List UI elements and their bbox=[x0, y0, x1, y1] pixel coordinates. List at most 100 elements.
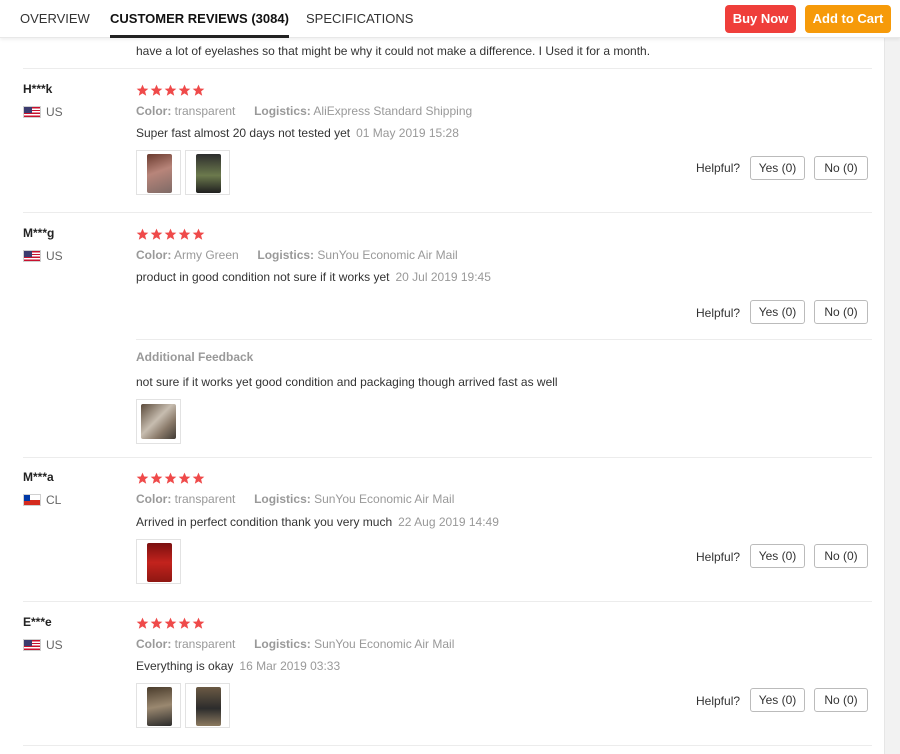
review-photo-thumbnail[interactable] bbox=[185, 683, 230, 728]
color-label: Color: bbox=[136, 492, 172, 506]
reviewer-country: US bbox=[23, 105, 63, 119]
helpful-no-button[interactable]: No (0) bbox=[814, 688, 868, 712]
helpful-yes-button[interactable]: Yes (0) bbox=[750, 544, 805, 568]
divider bbox=[23, 457, 872, 458]
star-icon bbox=[192, 617, 205, 629]
star-rating bbox=[136, 228, 205, 241]
reviewer-name: M***g bbox=[23, 226, 55, 240]
star-icon bbox=[192, 228, 205, 240]
review-body: Super fast almost 20 days not tested yet bbox=[136, 126, 351, 140]
color-label: Color: bbox=[136, 637, 172, 651]
divider bbox=[23, 745, 872, 746]
star-icon bbox=[150, 472, 163, 484]
review-photo-thumbnail[interactable] bbox=[136, 683, 181, 728]
review-date: 20 Jul 2019 19:45 bbox=[395, 270, 491, 284]
reviewer-name: E***e bbox=[23, 615, 52, 629]
buy-now-button[interactable]: Buy Now bbox=[725, 5, 796, 33]
review-text: product in good condition not sure if it… bbox=[136, 270, 491, 284]
tab-customer-reviews[interactable]: CUSTOMER REVIEWS (3084) bbox=[110, 0, 289, 38]
chile-flag-icon bbox=[23, 494, 41, 506]
us-flag-icon bbox=[23, 250, 41, 262]
helpful-yes-button[interactable]: Yes (0) bbox=[750, 300, 805, 324]
star-icon bbox=[136, 84, 149, 96]
review-date: 01 May 2019 15:28 bbox=[356, 126, 459, 140]
previous-review-line: have a lot of eyelashes so that might be… bbox=[136, 44, 651, 58]
tab-specifications[interactable]: SPECIFICATIONS bbox=[306, 0, 413, 38]
star-icon bbox=[136, 472, 149, 484]
review-photo-thumbnail[interactable] bbox=[136, 399, 181, 444]
divider bbox=[23, 212, 872, 213]
review-attributes: Color: transparent Logistics: AliExpress… bbox=[136, 104, 472, 118]
color-value: Army Green bbox=[174, 248, 239, 262]
helpful-no-button[interactable]: No (0) bbox=[814, 544, 868, 568]
review-text: Arrived in perfect condition thank you v… bbox=[136, 515, 499, 529]
review-attributes: Color: transparent Logistics: SunYou Eco… bbox=[136, 492, 454, 506]
logistics-value: AliExpress Standard Shipping bbox=[313, 104, 473, 118]
star-icon bbox=[192, 472, 205, 484]
tab-overview[interactable]: OVERVIEW bbox=[20, 0, 90, 38]
country-code: US bbox=[46, 638, 63, 652]
star-rating bbox=[136, 472, 205, 485]
helpful-yes-button[interactable]: Yes (0) bbox=[750, 156, 805, 180]
review-date: 16 Mar 2019 03:33 bbox=[239, 659, 341, 673]
star-icon bbox=[164, 617, 177, 629]
star-icon bbox=[178, 228, 191, 240]
review-photo-thumbnail[interactable] bbox=[185, 150, 230, 195]
color-value: transparent bbox=[174, 637, 236, 651]
review-date: 22 Aug 2019 14:49 bbox=[398, 515, 499, 529]
review-text: Everything is okay 16 Mar 2019 03:33 bbox=[136, 659, 340, 673]
review-body: Arrived in perfect condition thank you v… bbox=[136, 515, 393, 529]
additional-feedback-title: Additional Feedback bbox=[136, 350, 254, 364]
country-code: US bbox=[46, 105, 63, 119]
star-rating bbox=[136, 617, 205, 630]
star-icon bbox=[192, 84, 205, 96]
reviewer-country: US bbox=[23, 638, 63, 652]
review-body: Everything is okay bbox=[136, 659, 234, 673]
star-icon bbox=[164, 228, 177, 240]
helpful-no-button[interactable]: No (0) bbox=[814, 300, 868, 324]
helpful-label: Helpful? bbox=[696, 306, 741, 320]
star-icon bbox=[150, 617, 163, 629]
logistics-value: SunYou Economic Air Mail bbox=[314, 492, 455, 506]
star-icon bbox=[164, 472, 177, 484]
logistics-label: Logistics: bbox=[254, 492, 311, 506]
star-icon bbox=[178, 472, 191, 484]
logistics-label: Logistics: bbox=[254, 637, 311, 651]
country-code: US bbox=[46, 249, 63, 263]
star-icon bbox=[178, 84, 191, 96]
helpful-no-button[interactable]: No (0) bbox=[814, 156, 868, 180]
us-flag-icon bbox=[23, 639, 41, 651]
divider bbox=[23, 601, 872, 602]
helpful-label: Helpful? bbox=[696, 161, 741, 175]
add-to-cart-button[interactable]: Add to Cart bbox=[805, 5, 891, 33]
color-label: Color: bbox=[136, 104, 172, 118]
star-rating bbox=[136, 84, 205, 97]
review-text: Super fast almost 20 days not tested yet… bbox=[136, 126, 459, 140]
helpful-yes-button[interactable]: Yes (0) bbox=[750, 688, 805, 712]
star-icon bbox=[164, 84, 177, 96]
divider bbox=[23, 68, 872, 69]
country-code: CL bbox=[46, 493, 62, 507]
helpful-label: Helpful? bbox=[696, 694, 741, 708]
star-icon bbox=[150, 228, 163, 240]
color-value: transparent bbox=[174, 104, 236, 118]
review-attributes: Color: transparent Logistics: SunYou Eco… bbox=[136, 637, 454, 651]
helpful-label: Helpful? bbox=[696, 550, 741, 564]
star-icon bbox=[178, 617, 191, 629]
additional-feedback-text: not sure if it works yet good condition … bbox=[136, 375, 558, 389]
star-icon bbox=[136, 617, 149, 629]
color-value: transparent bbox=[174, 492, 236, 506]
review-photo-thumbnail[interactable] bbox=[136, 539, 181, 584]
reviewer-name: M***a bbox=[23, 470, 54, 484]
logistics-value: SunYou Economic Air Mail bbox=[314, 637, 455, 651]
reviewer-country: US bbox=[23, 249, 63, 263]
review-photo-thumbnail[interactable] bbox=[136, 150, 181, 195]
star-icon bbox=[136, 228, 149, 240]
logistics-value: SunYou Economic Air Mail bbox=[317, 248, 458, 262]
divider bbox=[136, 339, 872, 340]
product-tab-bar: OVERVIEW CUSTOMER REVIEWS (3084) SPECIFI… bbox=[0, 0, 900, 38]
us-flag-icon bbox=[23, 106, 41, 118]
review-attributes: Color: Army Green Logistics: SunYou Econ… bbox=[136, 248, 458, 262]
star-icon bbox=[150, 84, 163, 96]
reviewer-name: H***k bbox=[23, 82, 53, 96]
